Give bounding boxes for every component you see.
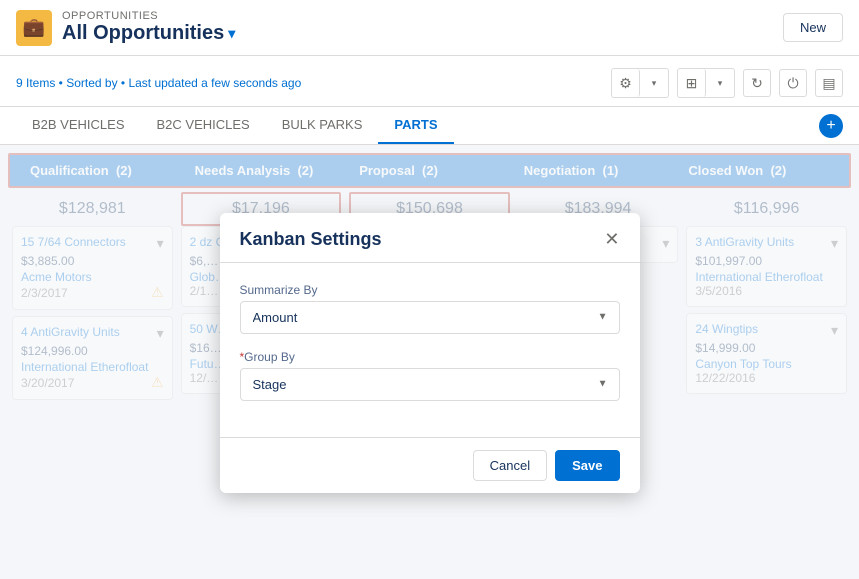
page-title: All Opportunities ▾ bbox=[62, 22, 235, 45]
view-button[interactable]: ⊞ bbox=[678, 69, 706, 97]
add-tab-button[interactable]: + bbox=[819, 114, 843, 138]
app-icon: 💼 bbox=[16, 10, 52, 46]
summarize-by-group: Summarize By Amount bbox=[240, 283, 620, 334]
kanban-board: Qualification (2) Needs Analysis (2) Pro… bbox=[0, 145, 859, 560]
modal-footer: Cancel Save bbox=[220, 437, 640, 493]
modal-close-button[interactable]: ✕ bbox=[604, 230, 619, 248]
toolbar-controls: ⚙ ▾ ⊞ ▾ ↻ ⏻ ▤ bbox=[611, 64, 843, 102]
summarize-select-wrapper: Amount bbox=[240, 301, 620, 334]
breadcrumb: OPPORTUNITIES bbox=[62, 10, 235, 22]
view-dropdown-button[interactable]: ▾ bbox=[706, 69, 734, 97]
modal-body: Summarize By Amount *Group By Stage bbox=[220, 263, 640, 437]
tabs-bar: B2B VEHICLES B2C VEHICLES BULK PARKS PAR… bbox=[0, 107, 859, 145]
group-by-group: *Group By Stage bbox=[240, 350, 620, 401]
modal-title: Kanban Settings bbox=[240, 229, 382, 250]
list-info: 9 Items • Sorted by • Last updated a few… bbox=[16, 72, 301, 94]
view-group: ⊞ ▾ bbox=[677, 68, 735, 98]
subheader: 9 Items • Sorted by • Last updated a few… bbox=[0, 56, 859, 107]
tab-b2c-vehicles[interactable]: B2C VEHICLES bbox=[141, 107, 266, 144]
summarize-label: Summarize By bbox=[240, 283, 620, 297]
summarize-select[interactable]: Amount bbox=[240, 301, 620, 334]
new-button[interactable]: New bbox=[783, 13, 843, 42]
tab-parts[interactable]: PARTS bbox=[378, 107, 453, 144]
kanban-settings-modal: Kanban Settings ✕ Summarize By Amount *G… bbox=[220, 213, 640, 493]
connect-button[interactable]: ⏻ bbox=[779, 69, 807, 97]
settings-dropdown-button[interactable]: ▾ bbox=[640, 69, 668, 97]
tab-b2b-vehicles[interactable]: B2B VEHICLES bbox=[16, 107, 141, 144]
group-select[interactable]: Stage bbox=[240, 368, 620, 401]
cancel-button[interactable]: Cancel bbox=[473, 450, 547, 481]
header-left: 💼 OPPORTUNITIES All Opportunities ▾ bbox=[16, 10, 235, 46]
filter-button[interactable]: ▤ bbox=[815, 69, 843, 97]
modal-header: Kanban Settings ✕ bbox=[220, 213, 640, 263]
refresh-button[interactable]: ↻ bbox=[743, 69, 771, 97]
app-header: 💼 OPPORTUNITIES All Opportunities ▾ New bbox=[0, 0, 859, 56]
settings-group: ⚙ ▾ bbox=[611, 68, 669, 98]
group-label: *Group By bbox=[240, 350, 620, 364]
tab-bulk-parks[interactable]: BULK PARKS bbox=[266, 107, 379, 144]
title-dropdown-icon[interactable]: ▾ bbox=[228, 25, 235, 42]
settings-button[interactable]: ⚙ bbox=[612, 69, 640, 97]
title-section: OPPORTUNITIES All Opportunities ▾ bbox=[62, 10, 235, 45]
group-select-wrapper: Stage bbox=[240, 368, 620, 401]
save-button[interactable]: Save bbox=[555, 450, 619, 481]
